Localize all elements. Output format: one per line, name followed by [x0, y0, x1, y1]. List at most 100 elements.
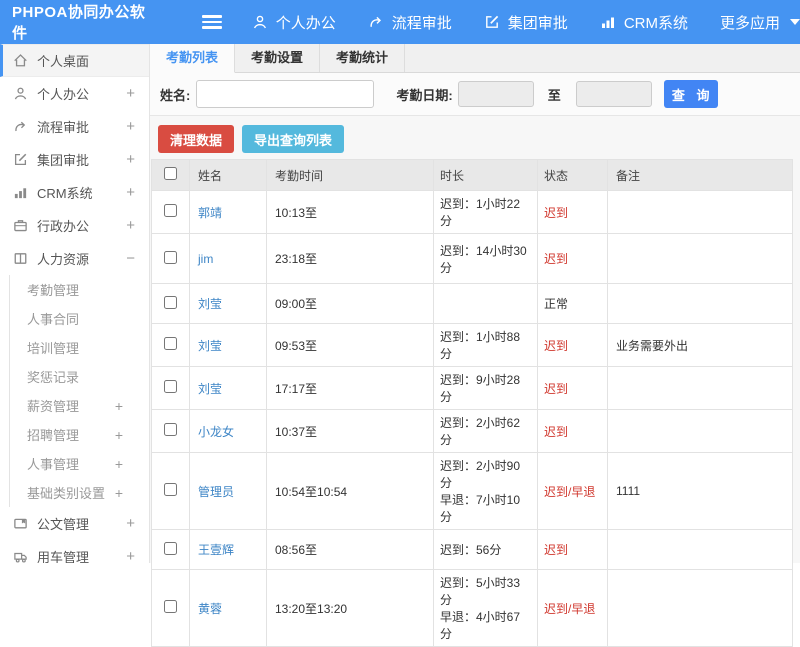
sidebar-item-crm-system[interactable]: CRM系统 + [0, 176, 149, 209]
sidebar-item-hr[interactable]: 人力资源 − [0, 242, 149, 275]
employee-name-link[interactable]: 郭靖 [198, 206, 222, 220]
employee-name-link[interactable]: 刘莹 [198, 382, 222, 396]
expand-plus-icon[interactable]: + [126, 516, 135, 531]
tab-attendance-list[interactable]: 考勤列表 [150, 44, 235, 73]
sidebar-item-documents[interactable]: 公文管理 + [0, 507, 149, 540]
expand-plus-icon[interactable]: + [126, 218, 135, 233]
row-checkbox[interactable] [164, 600, 177, 613]
tab-bar: 考勤列表 考勤设置 考勤统计 [150, 44, 800, 73]
status-badge: 迟到 [537, 190, 608, 234]
sidebar-item-label: CRM系统 [37, 186, 93, 201]
name-input[interactable] [196, 80, 375, 108]
submenu-item-base-category[interactable]: 基础类别设置 + [10, 478, 149, 507]
expand-plus-icon[interactable]: + [126, 86, 135, 101]
expand-plus-icon[interactable]: + [115, 427, 123, 443]
submenu-item-recruitment[interactable]: 招聘管理 + [10, 420, 149, 449]
submenu-item-rewards[interactable]: 奖惩记录 [10, 362, 149, 391]
row-checkbox[interactable] [164, 541, 177, 555]
submenu-item-attendance[interactable]: 考勤管理 [10, 275, 149, 304]
row-checkbox[interactable] [164, 204, 177, 217]
sidebar-item-label: 行政办公 [37, 219, 90, 234]
attendance-table: 姓名 考勤时间 时长 状态 备注 郭靖 10:13至 迟到：1小时22分 迟到 [151, 159, 793, 647]
expand-plus-icon[interactable]: + [126, 119, 135, 134]
chart-icon [600, 14, 616, 30]
row-checkbox[interactable] [164, 483, 177, 496]
edit-icon [13, 152, 28, 167]
sidebar-item-workflow-approval[interactable]: 流程审批 + [0, 110, 149, 143]
sidebar-item-admin-office[interactable]: 行政办公 + [0, 209, 149, 242]
expand-plus-icon[interactable]: + [126, 549, 135, 563]
remark: 1111 [607, 452, 793, 530]
row-checkbox[interactable] [164, 423, 177, 436]
employee-name-link[interactable]: 管理员 [198, 485, 234, 499]
row-checkbox[interactable] [164, 337, 177, 350]
employee-name-link[interactable]: 刘莹 [198, 339, 222, 353]
status-badge: 正常 [537, 283, 608, 324]
expand-plus-icon[interactable]: + [115, 398, 123, 414]
submenu-item-hr-contract[interactable]: 人事合同 [10, 304, 149, 333]
sidebar-item-label: 用车管理 [37, 550, 90, 563]
nav-label: 更多应用 [719, 14, 780, 32]
nav-group-approval[interactable]: 集团审批 [484, 12, 568, 33]
employee-name-link[interactable]: 黄蓉 [198, 602, 222, 616]
menu-toggle-icon[interactable] [201, 12, 222, 32]
nav-workflow-approval[interactable]: 流程审批 [368, 12, 452, 33]
nav-personal-office[interactable]: 个人办公 [252, 12, 336, 33]
table-row: 刘莹 17:17至 迟到：9小时28分 迟到 [151, 366, 793, 410]
employee-name-link[interactable]: 王壹辉 [198, 543, 234, 557]
employee-name-link[interactable]: jim [198, 252, 213, 266]
select-all-checkbox[interactable] [164, 167, 177, 180]
caret-down-icon [790, 19, 800, 25]
sidebar-item-vehicles[interactable]: 用车管理 + [0, 540, 149, 563]
remark [607, 233, 793, 284]
search-button[interactable]: 查 询 [663, 80, 718, 108]
date-from-input[interactable] [457, 81, 534, 107]
header-duration: 时长 [433, 159, 538, 191]
tab-attendance-stats[interactable]: 考勤统计 [320, 44, 405, 72]
name-label: 姓名: [160, 87, 191, 103]
tab-attendance-settings[interactable]: 考勤设置 [235, 44, 320, 72]
sidebar-item-group-approval[interactable]: 集团审批 + [0, 143, 149, 176]
submenu-item-training[interactable]: 培训管理 [10, 333, 149, 362]
attendance-time: 23:18至 [266, 233, 434, 284]
sidebar-item-label: 流程审批 [37, 120, 90, 135]
remark [607, 366, 793, 410]
row-checkbox[interactable] [164, 380, 177, 393]
submenu-item-salary[interactable]: 薪资管理 + [10, 391, 149, 420]
clear-data-button[interactable]: 清理数据 [158, 125, 235, 153]
date-to-input[interactable] [575, 81, 652, 107]
status-badge: 迟到 [537, 323, 608, 367]
sidebar-item-label: 人力资源 [37, 252, 90, 267]
expand-plus-icon[interactable]: + [115, 485, 123, 501]
row-checkbox[interactable] [164, 250, 177, 264]
duration: 迟到：2小时62分 [433, 409, 538, 453]
employee-name-link[interactable]: 小龙女 [198, 425, 234, 439]
submenu-item-personnel[interactable]: 人事管理 + [10, 449, 149, 478]
expand-plus-icon[interactable]: + [126, 185, 135, 200]
remark [607, 529, 793, 570]
nav-more-apps[interactable]: 更多应用 [720, 12, 800, 33]
expand-plus-icon[interactable]: + [115, 456, 123, 472]
topbar: PHPOA协同办公软件 个人办公 流程审批 集团审批 CRM系统 更多应用 [0, 0, 800, 44]
remark [607, 190, 793, 234]
sidebar: 个人桌面 个人办公 + 流程审批 + 集团审批 + CRM系统 + 行政办公 + [0, 44, 150, 563]
duration: 迟到：9小时28分 [433, 366, 538, 410]
table-row: 郭靖 10:13至 迟到：1小时22分 迟到 [151, 190, 793, 234]
sidebar-item-personal-office[interactable]: 个人办公 + [0, 77, 149, 110]
sidebar-item-desktop[interactable]: 个人桌面 [0, 44, 149, 77]
row-checkbox[interactable] [164, 295, 177, 309]
nav-crm-system[interactable]: CRM系统 [600, 12, 688, 33]
remark [607, 569, 793, 647]
collapse-minus-icon[interactable]: − [126, 251, 135, 266]
flow-icon [368, 14, 384, 30]
employee-name-link[interactable]: 刘莹 [198, 297, 222, 311]
table-row: 刘莹 09:00至 正常 [151, 283, 793, 324]
edit-icon [484, 14, 500, 30]
status-badge: 迟到 [537, 233, 608, 284]
attendance-time: 08:56至 [266, 529, 434, 570]
header-remark: 备注 [607, 159, 793, 191]
nav-label: CRM系统 [623, 14, 688, 32]
export-list-button[interactable]: 导出查询列表 [242, 125, 345, 153]
table-row: 小龙女 10:37至 迟到：2小时62分 迟到 [151, 409, 793, 453]
expand-plus-icon[interactable]: + [126, 152, 135, 167]
